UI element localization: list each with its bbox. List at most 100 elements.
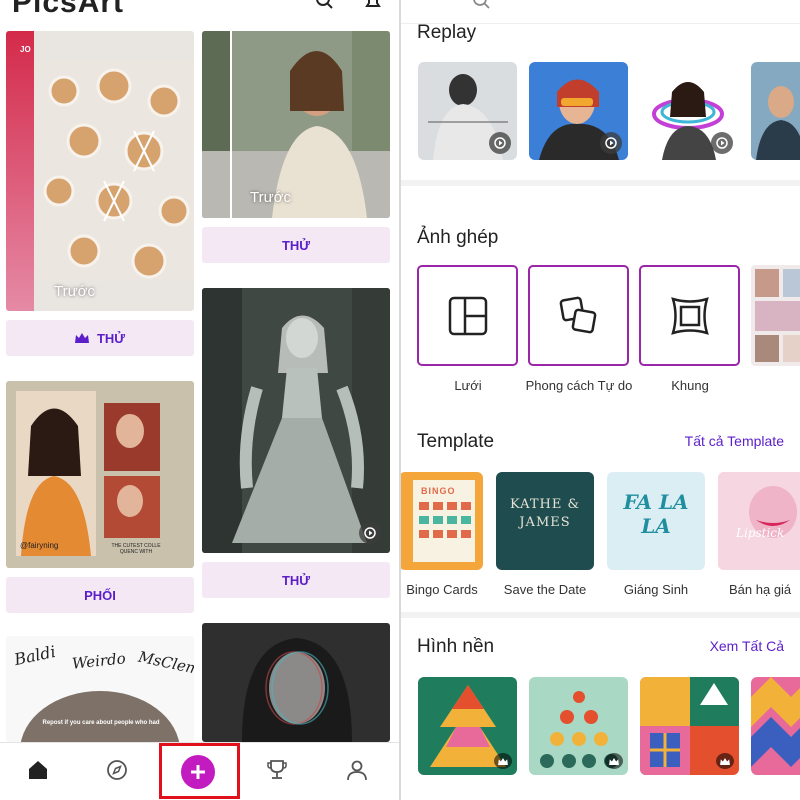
try-button[interactable]: THỬ [6,320,194,356]
replay-badge [359,522,381,544]
trophy-icon [267,760,287,779]
grunge-image [202,623,390,742]
template-art-text: FA LA LA [623,490,689,538]
wallpaper-item[interactable] [751,677,800,775]
feed-card-collage[interactable]: @fairyning THE CUTEST COLLE QUENC WITH [6,381,194,568]
caption-text: THE CUTEST COLLE QUENC WITH [111,543,161,555]
collage-image [6,381,194,568]
freestyle-icon [559,296,596,333]
template-label: Bán hạ giá [729,582,792,597]
replay-thumbnail [751,62,800,160]
collage-grid-button[interactable] [417,265,518,366]
card-caption: Repost if you care about people who had [42,720,160,726]
try-button-label: THỬ [96,330,126,346]
collage-frame-button[interactable] [639,265,740,366]
profile-icon [347,760,367,781]
try-button[interactable]: THỬ [202,227,390,263]
collage-freestyle-button[interactable] [528,265,629,366]
collage-preview-image [751,265,800,366]
collage-label: Phong cách Tự do [525,378,633,393]
replay-badge [711,132,733,154]
try-button[interactable]: THỬ [202,562,390,598]
cookies-image: JO [6,31,194,311]
see-all-templates-link[interactable]: Tất cả Template [685,433,784,449]
right-screen: Replay Ảnh ghép Lưới Phong cách Tự do Kh… [401,0,800,800]
collage-preview[interactable] [751,265,800,366]
search-icon[interactable] [473,0,491,10]
template-item[interactable]: KATHE & JAMES [496,472,594,570]
cookie-art [34,61,194,281]
premium-badge [605,753,623,769]
crown-icon [720,757,730,765]
see-all-wallpapers-link[interactable]: Xem Tất Cả [710,638,784,654]
compass-icon [107,760,127,780]
section-divider [401,612,800,618]
nav-profile[interactable] [344,757,370,783]
card-top-text: JO [20,45,31,54]
premium-badge [716,753,734,769]
template-art-text: BINGO [421,486,456,496]
wallpaper-item[interactable] [640,677,739,775]
replay-icon [716,137,728,149]
template-thumbnail [718,472,800,570]
replay-item[interactable] [751,62,800,160]
section-title-wallpaper: Hình nền [417,636,495,657]
feed-card-grunge[interactable] [202,623,390,742]
wallpaper-thumbnail [751,677,800,775]
section-title-template: Template [417,431,495,452]
feed-card-dress[interactable] [202,288,390,553]
section-title-replay: Replay [417,22,477,43]
feed-card-handwriting[interactable]: Baldi Weirdo MsClem Repost if you care a… [6,636,194,742]
create-button-highlight [159,743,240,799]
dress-image [202,288,390,553]
crown-icon [609,757,619,765]
template-item[interactable]: Lipstick [718,472,800,570]
replay-badge [489,132,511,154]
feed-card-cookies[interactable]: JO Trước [6,31,194,311]
replay-icon [494,137,506,149]
search-header [401,0,800,24]
replay-item[interactable] [640,62,739,160]
frame-icon [670,296,709,335]
template-art-text: KATHE & JAMES [509,497,581,530]
replay-item[interactable] [529,62,628,160]
notification-icon[interactable] [364,0,382,10]
section-title-collage: Ảnh ghép [417,227,499,248]
replay-badge [600,132,622,154]
section-divider [401,180,800,186]
nav-home[interactable] [25,757,51,783]
template-item[interactable]: BINGO [401,472,483,570]
replay-icon [605,137,617,149]
handle-text: @fairyning [20,541,59,550]
home-icon [29,761,47,779]
collage-label: Khung [671,378,709,393]
wallpaper-item[interactable] [418,677,517,775]
template-item[interactable]: FA LA LA [607,472,705,570]
feed-card-portrait[interactable]: Trước [202,31,390,218]
try-button-label: THỬ [281,237,311,253]
template-label: Bingo Cards [406,582,478,597]
try-button-label: THỬ [281,572,311,588]
before-label: Trước [54,283,95,300]
left-screen: PicsArt JO Trước THỬ Trước THỬ @fairynin… [0,0,399,800]
grid-icon [448,296,487,335]
nav-explore[interactable] [104,757,130,783]
template-label: Save the Date [503,582,587,597]
app-header: PicsArt [0,0,399,24]
template-art-text: Lipstick [736,526,785,540]
template-label: Giáng Sinh [623,582,689,597]
before-label: Trước [250,189,291,206]
remix-button[interactable]: PHỐI [6,577,194,613]
premium-badge [494,753,512,769]
wallpaper-item[interactable] [529,677,628,775]
crown-icon [498,757,508,765]
nav-challenges[interactable] [264,757,290,783]
portrait-image [202,31,390,218]
replay-item[interactable] [418,62,517,160]
search-icon[interactable] [316,0,334,10]
crown-icon [74,333,89,343]
collage-label: Lưới [454,378,482,393]
remix-button-label: PHỐI [84,587,116,603]
app-logo: PicsArt [12,0,125,19]
replay-icon [364,527,376,539]
